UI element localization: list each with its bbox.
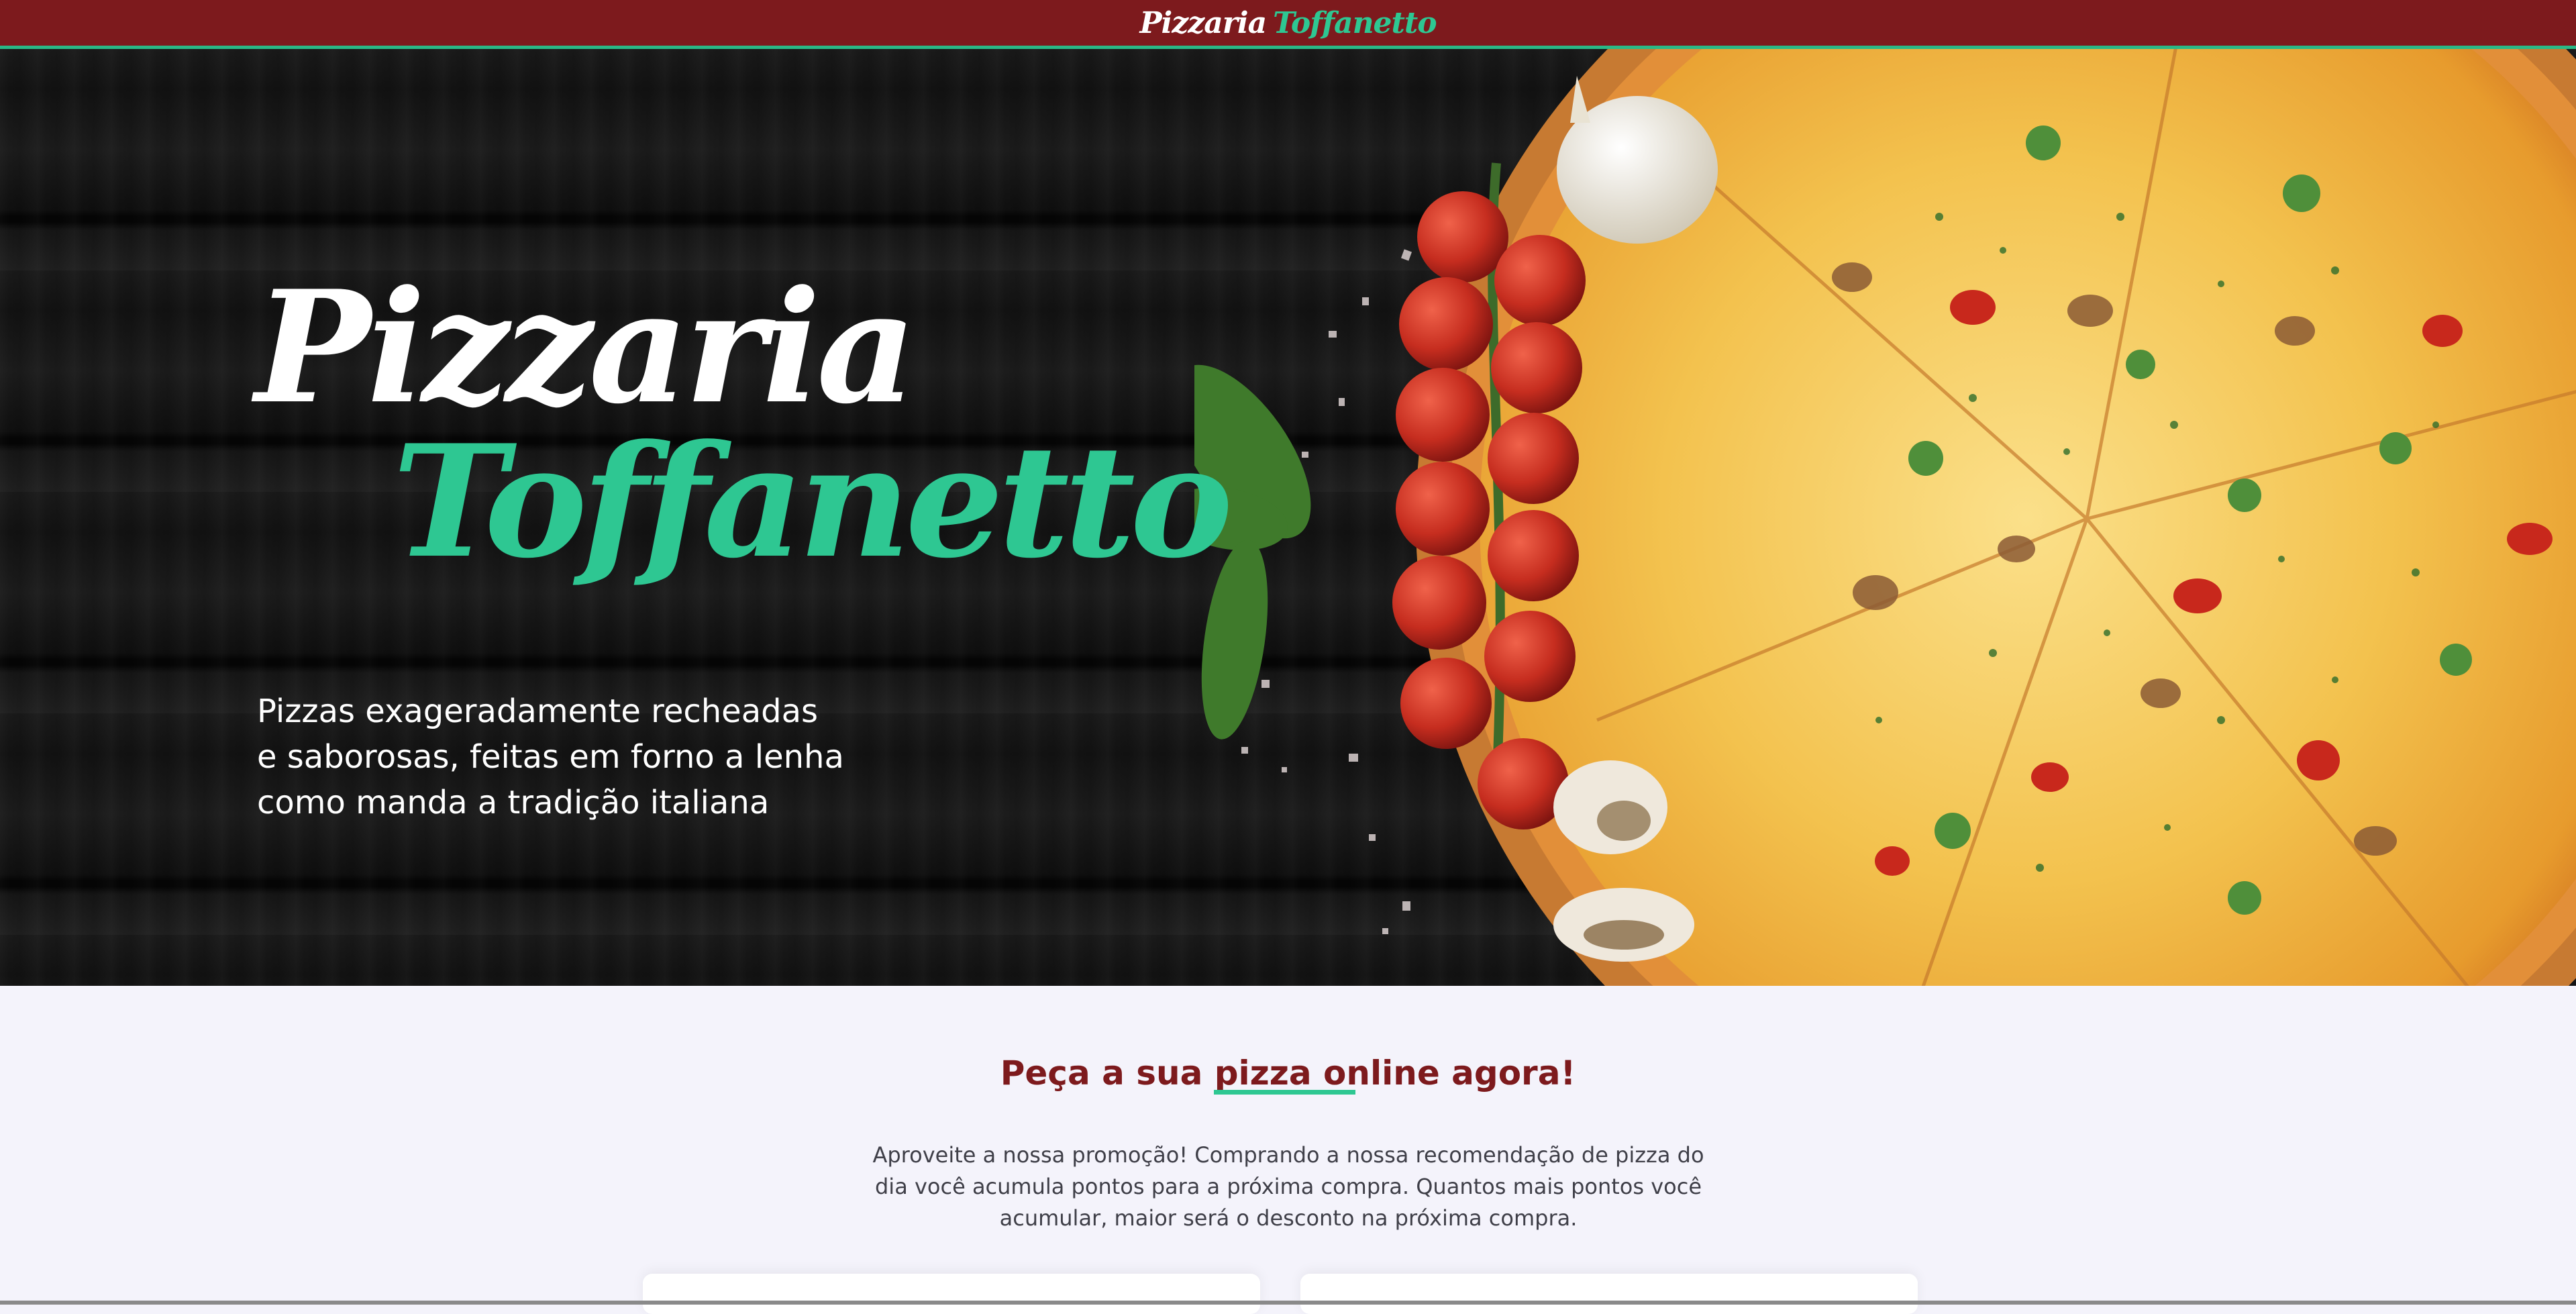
promo-description: Aproveite a nossa promoção! Comprando a … — [872, 1142, 1704, 1231]
promo-divider — [1214, 1090, 1355, 1095]
hero-title-line1: Pizzaria — [255, 257, 917, 438]
header-logo[interactable]: Pizzaria Toffanetto — [1139, 5, 1437, 40]
window-bottom-edge — [0, 1301, 2576, 1305]
pizza-card[interactable] — [643, 1274, 1260, 1314]
hero-banner: Pizzaria Toffanetto Pizzas exageradament… — [0, 49, 2576, 986]
header-logo-part2: Toffanetto — [1273, 5, 1437, 40]
top-bar: Pizzaria Toffanetto — [0, 0, 2576, 49]
promo-title: Peça a sua pizza online agora! — [1000, 1053, 1576, 1093]
pizza-card[interactable] — [1300, 1274, 1918, 1314]
header-logo-part1: Pizzaria — [1139, 5, 1267, 40]
hero-title-line2: Toffanetto — [393, 411, 1233, 593]
pizza-image — [1194, 49, 2576, 986]
hero-description: Pizzas exageradamente recheadas e saboro… — [257, 693, 844, 821]
